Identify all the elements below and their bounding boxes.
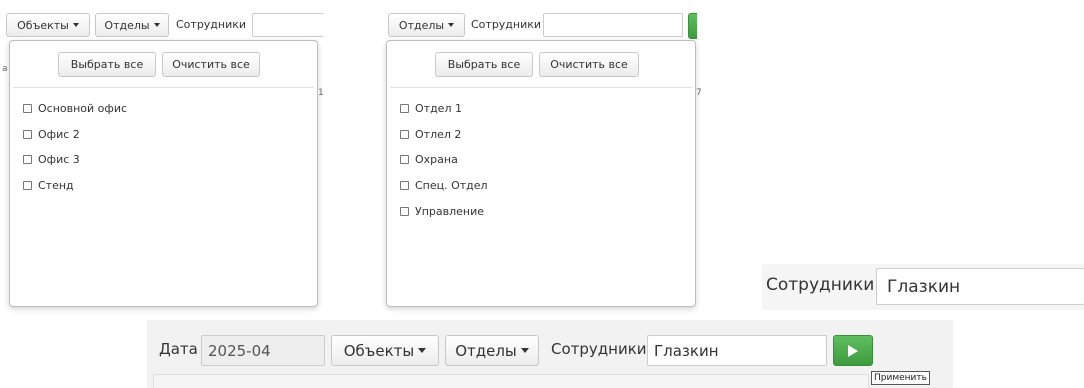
- background-text-fragment: 7: [696, 88, 702, 98]
- employees-label: Сотрудники: [766, 275, 875, 295]
- objects-dropdown-button[interactable]: Объекты: [6, 13, 90, 37]
- employees-label: Сотрудники: [176, 18, 247, 31]
- employees-field-zoom: Сотрудники: [762, 264, 1084, 310]
- option-department-1[interactable]: Отдел 1: [400, 102, 462, 115]
- apply-button[interactable]: [833, 335, 873, 366]
- option-management[interactable]: Управление: [400, 205, 484, 218]
- departments-dropdown-label: Отделы: [104, 18, 150, 32]
- option-label: Охрана: [415, 153, 458, 166]
- objects-dropdown-menu: Выбрать все Очистить все Основной офис О…: [9, 40, 318, 307]
- background-text-fragment: а: [2, 64, 8, 74]
- employees-input[interactable]: [876, 268, 1084, 305]
- select-all-button[interactable]: Выбрать все: [435, 52, 533, 77]
- menu-divider: [390, 87, 692, 88]
- caret-down-icon: [520, 348, 529, 353]
- apply-button-partial[interactable]: [688, 13, 697, 39]
- option-office-2[interactable]: Офис 2: [23, 128, 80, 141]
- option-office-3[interactable]: Офис 3: [23, 153, 80, 166]
- apply-tooltip: Применить: [871, 371, 930, 385]
- employees-input[interactable]: [543, 13, 683, 37]
- departments-dropdown-button[interactable]: Отделы: [388, 13, 465, 37]
- caret-down-icon: [448, 23, 455, 27]
- option-label: Офис 2: [38, 128, 80, 141]
- checkbox[interactable]: [23, 104, 32, 113]
- departments-dropdown-label: Отделы: [398, 18, 445, 32]
- option-main-office[interactable]: Основной офис: [23, 102, 127, 115]
- option-label: Основной офис: [38, 102, 128, 115]
- departments-dropdown-button[interactable]: Отделы: [445, 335, 539, 366]
- option-department-2[interactable]: Отлел 2: [400, 128, 461, 141]
- caret-down-icon: [418, 348, 427, 353]
- date-label: Дата: [159, 340, 198, 358]
- checkbox[interactable]: [23, 181, 32, 190]
- clear-all-button[interactable]: Очистить все: [539, 52, 639, 77]
- checkbox[interactable]: [23, 130, 32, 139]
- filter-toolbar: Дата Объекты Отделы Сотрудники Применить: [147, 320, 953, 388]
- option-label: Офис 3: [38, 153, 80, 166]
- select-all-button[interactable]: Выбрать все: [58, 52, 156, 77]
- option-stand[interactable]: Стенд: [23, 179, 74, 192]
- objects-dropdown-label: Объекты: [17, 18, 69, 32]
- employees-input[interactable]: [647, 335, 827, 366]
- option-label: Спец. Отдел: [415, 179, 488, 192]
- background-text-fragment: 1: [318, 88, 324, 98]
- checkbox[interactable]: [400, 130, 409, 139]
- employees-label: Сотрудники: [551, 340, 647, 358]
- option-label: Отдел 1: [415, 102, 462, 115]
- caret-down-icon: [72, 23, 79, 27]
- date-input[interactable]: [201, 335, 325, 366]
- checkbox[interactable]: [400, 181, 409, 190]
- option-label: Стенд: [38, 179, 74, 192]
- departments-dropdown-label: Отделы: [455, 341, 517, 360]
- employees-label: Сотрудники: [471, 18, 542, 31]
- checkbox[interactable]: [400, 207, 409, 216]
- content-area-edge: [153, 374, 869, 388]
- caret-down-icon: [153, 23, 160, 27]
- option-security[interactable]: Охрана: [400, 153, 458, 166]
- option-label: Отлел 2: [415, 128, 462, 141]
- objects-dropdown-label: Объекты: [343, 341, 415, 360]
- menu-divider: [13, 87, 314, 88]
- departments-dropdown-menu: Выбрать все Очистить все Отдел 1 Отлел 2…: [386, 40, 696, 307]
- checkbox[interactable]: [400, 104, 409, 113]
- checkbox[interactable]: [23, 155, 32, 164]
- clear-all-button[interactable]: Очистить все: [162, 52, 260, 77]
- option-label: Управление: [415, 205, 485, 218]
- play-icon: [848, 344, 858, 357]
- employees-input[interactable]: [252, 13, 324, 37]
- option-special-department[interactable]: Спец. Отдел: [400, 179, 488, 192]
- objects-dropdown-button[interactable]: Объекты: [331, 335, 439, 366]
- departments-dropdown-button[interactable]: Отделы: [95, 13, 169, 37]
- checkbox[interactable]: [400, 155, 409, 164]
